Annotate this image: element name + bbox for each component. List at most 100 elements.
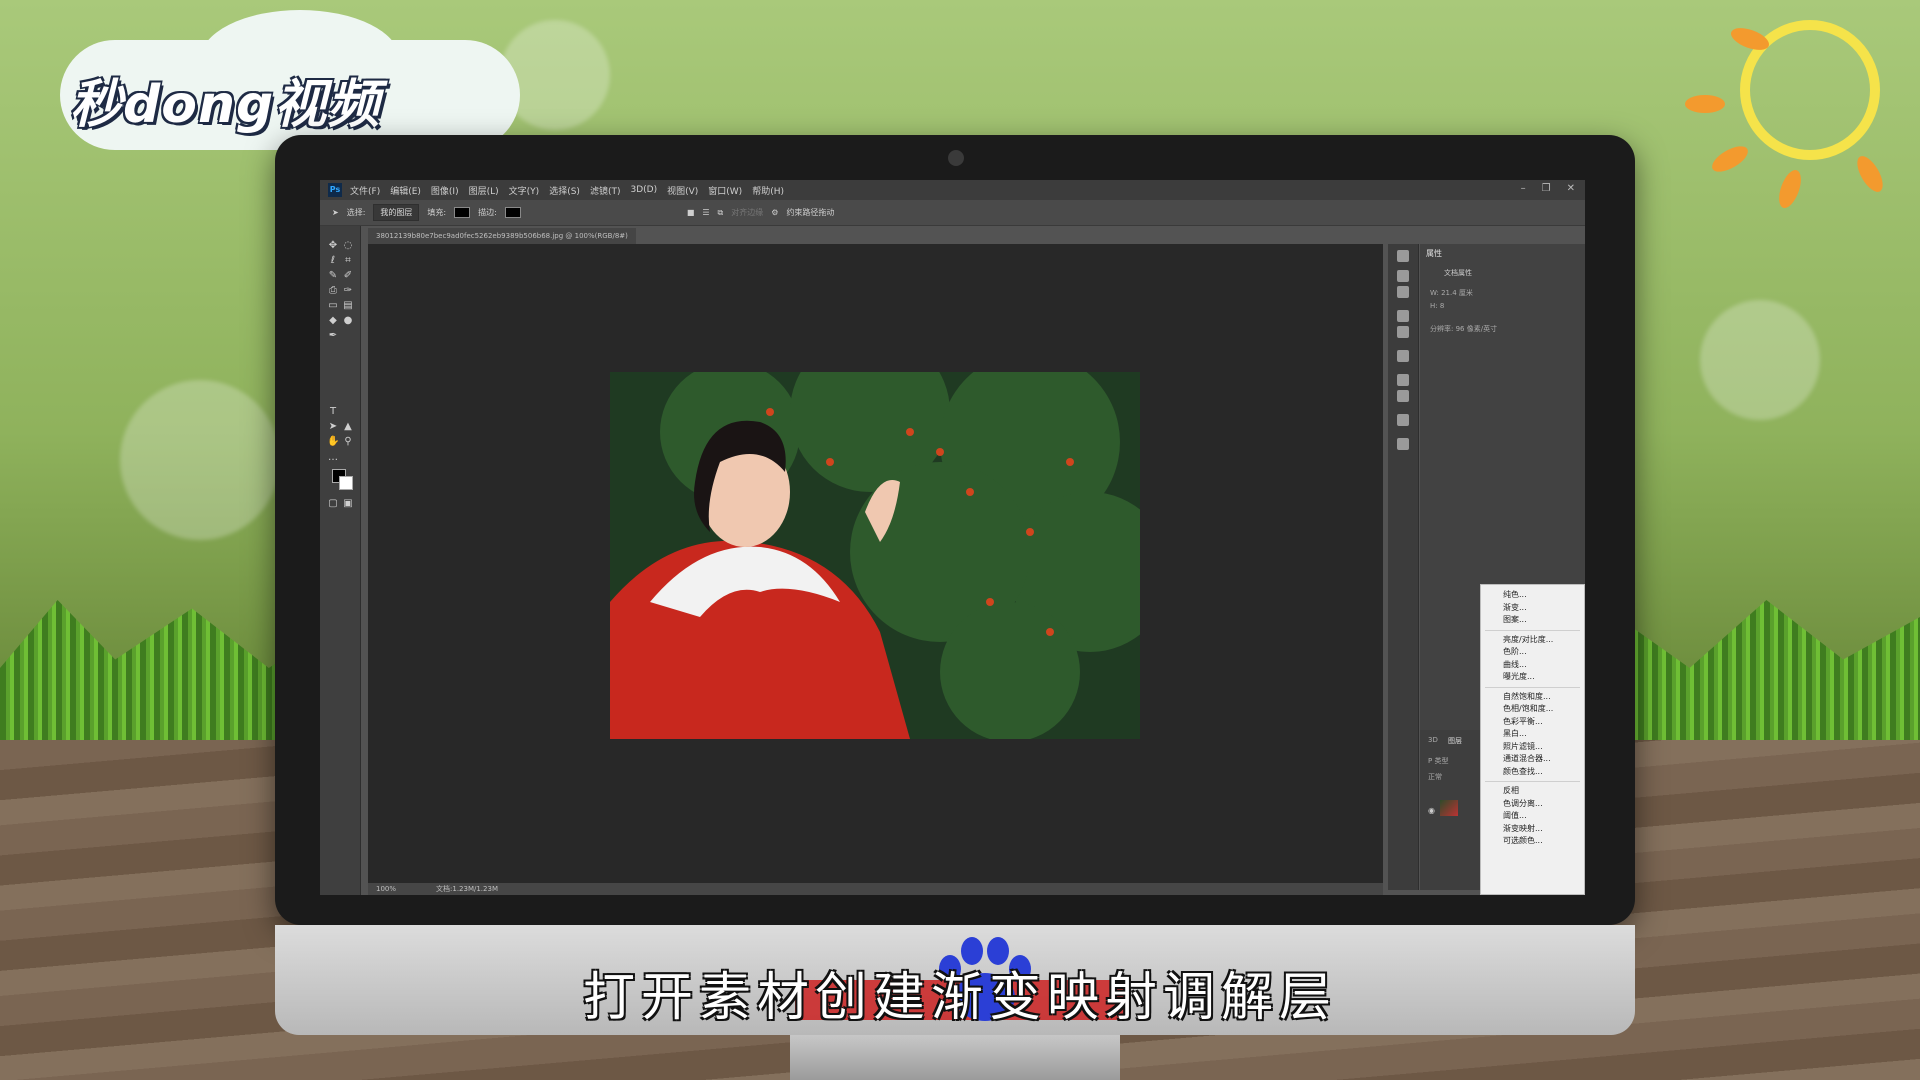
- menu-item-curves[interactable]: 曲线...: [1481, 659, 1584, 672]
- crop-tool-icon[interactable]: ⌗: [342, 255, 354, 267]
- type-tool-icon[interactable]: T: [327, 406, 339, 418]
- align-icon[interactable]: ■: [687, 208, 695, 217]
- menu-item-posterize[interactable]: 色调分离...: [1481, 798, 1584, 811]
- menu-select[interactable]: 选择(S): [549, 184, 580, 197]
- status-bar: 100% 文档:1.23M/1.23M: [368, 883, 1383, 895]
- swatches-icon[interactable]: [1397, 286, 1409, 298]
- menu-item-brightness-contrast[interactable]: 亮度/对比度...: [1481, 634, 1584, 647]
- menu-item-black-white[interactable]: 黑白...: [1481, 728, 1584, 741]
- shape-tool-icon[interactable]: ▲: [342, 421, 354, 433]
- fill-label: 填充:: [427, 208, 447, 217]
- 3d-icon[interactable]: [1397, 438, 1409, 450]
- tab-layers[interactable]: 图层: [1448, 736, 1462, 746]
- height-readout: H: 8: [1430, 302, 1445, 310]
- move-tool-icon[interactable]: ➤: [332, 208, 339, 217]
- menu-separator: [1485, 686, 1580, 688]
- menu-item-solid-color[interactable]: 纯色...: [1481, 589, 1584, 602]
- arrange-icon[interactable]: ⧉: [718, 208, 724, 218]
- quick-mask-icon[interactable]: ▢: [327, 498, 339, 510]
- tools-panel: ✥ ◌ ℓ ⌗ ✎ ✐ ⎙ ✑ ▭ ▤ ◆ ● ✒ T ➤ ▲ ✋ ⚲ … ▢ …: [320, 226, 361, 895]
- subtitle-caption: 打开素材创建渐变映射调解层: [582, 968, 1337, 1028]
- stamp-tool-icon[interactable]: ⎙: [327, 285, 339, 297]
- menu-help[interactable]: 帮助(H): [752, 184, 784, 197]
- tools-settings-icon[interactable]: [1397, 414, 1409, 426]
- adjustment-layer-menu: 纯色... 渐变... 图案... 亮度/对比度... 色阶... 曲线... …: [1480, 584, 1585, 895]
- menu-window[interactable]: 窗口(W): [708, 184, 742, 197]
- more-tools-icon[interactable]: …: [327, 452, 339, 464]
- menu-item-hue-saturation[interactable]: 色相/饱和度...: [1481, 703, 1584, 716]
- menu-item-gradient-map[interactable]: 渐变映射...: [1481, 823, 1584, 836]
- bokeh-light: [1700, 300, 1820, 420]
- eye-icon[interactable]: ◉: [1428, 806, 1435, 815]
- menu-item-selective-color[interactable]: 可选颜色...: [1481, 835, 1584, 848]
- menu-item-channel-mixer[interactable]: 通道混合器...: [1481, 753, 1584, 766]
- tab-3d[interactable]: 3D: [1428, 736, 1438, 744]
- history-icon[interactable]: [1397, 250, 1409, 262]
- gear-icon[interactable]: ⚙: [771, 208, 778, 217]
- menu-item-exposure[interactable]: 曝光度...: [1481, 671, 1584, 684]
- brush-tool-icon[interactable]: ✐: [342, 270, 354, 282]
- document-image: [610, 372, 1140, 739]
- actions-icon[interactable]: [1397, 270, 1409, 282]
- dodge-tool-icon[interactable]: ●: [342, 315, 354, 327]
- menu-file[interactable]: 文件(F): [350, 184, 380, 197]
- lasso-tool-icon[interactable]: ℓ: [327, 255, 339, 267]
- menu-item-pattern[interactable]: 图案...: [1481, 614, 1584, 627]
- menu-item-threshold[interactable]: 阈值...: [1481, 810, 1584, 823]
- menu-item-levels[interactable]: 色阶...: [1481, 646, 1584, 659]
- zoom-tool-icon[interactable]: ⚲: [342, 436, 354, 448]
- document-tab[interactable]: 38012139b80e7bec9ad0fec5262eb9389b506b68…: [368, 228, 636, 244]
- menu-3d[interactable]: 3D(D): [630, 185, 657, 195]
- select-label: 选择:: [346, 208, 366, 217]
- marquee-tool-icon[interactable]: ◌: [342, 240, 354, 252]
- menu-item-invert[interactable]: 反相: [1481, 785, 1584, 798]
- menu-filter[interactable]: 滤镜(T): [590, 184, 621, 197]
- menu-edit[interactable]: 编辑(E): [390, 184, 421, 197]
- menu-item-color-balance[interactable]: 色彩平衡...: [1481, 716, 1584, 729]
- close-icon[interactable]: ✕: [1567, 183, 1575, 194]
- layer-select-dropdown[interactable]: 我的图层: [373, 204, 420, 221]
- gradient-tool-icon[interactable]: ▤: [342, 300, 354, 312]
- layer-thumbnail[interactable]: [1440, 800, 1458, 816]
- menu-item-photo-filter[interactable]: 照片滤镜...: [1481, 741, 1584, 754]
- menu-separator: [1485, 629, 1580, 631]
- properties-icon[interactable]: [1397, 350, 1409, 362]
- properties-tab[interactable]: 属性: [1426, 248, 1442, 259]
- styles-icon[interactable]: [1397, 326, 1409, 338]
- adjustments-icon[interactable]: [1397, 310, 1409, 322]
- menu-image[interactable]: 图像(I): [431, 184, 459, 197]
- layer-search[interactable]: P 类型: [1428, 756, 1448, 766]
- restore-icon[interactable]: ❐: [1542, 183, 1551, 194]
- eraser-tool-icon[interactable]: ▭: [327, 300, 339, 312]
- menu-layer[interactable]: 图层(L): [469, 184, 499, 197]
- pen-tool-icon[interactable]: ✒: [327, 330, 339, 342]
- blend-mode[interactable]: 正常: [1428, 772, 1442, 782]
- menu-view[interactable]: 视图(V): [667, 184, 698, 197]
- minimize-icon[interactable]: –: [1521, 183, 1526, 194]
- move-tool-icon[interactable]: ✥: [327, 240, 339, 252]
- history-brush-tool-icon[interactable]: ✑: [342, 285, 354, 297]
- photoshop-logo-icon: Ps: [328, 183, 342, 197]
- align-edges-label[interactable]: 对齐边缘: [731, 207, 763, 218]
- libraries-icon[interactable]: [1397, 374, 1409, 386]
- constrain-path-checkbox[interactable]: 约束路径拖动: [786, 207, 834, 218]
- menu-type[interactable]: 文字(Y): [509, 184, 540, 197]
- screen-mode-icon[interactable]: ▣: [342, 498, 354, 510]
- hand-tool-icon[interactable]: ✋: [327, 436, 339, 448]
- menu-item-vibrance[interactable]: 自然饱和度...: [1481, 691, 1584, 704]
- paragraph-icon[interactable]: [1397, 390, 1409, 402]
- width-readout: W: 21.4 厘米: [1430, 289, 1473, 297]
- menu-item-gradient[interactable]: 渐变...: [1481, 602, 1584, 615]
- menu-item-color-lookup[interactable]: 颜色查找...: [1481, 766, 1584, 779]
- blur-tool-icon[interactable]: ◆: [327, 315, 339, 327]
- stroke-label: 描边:: [478, 208, 497, 217]
- brand-logo: 秒dong视频: [70, 75, 381, 135]
- path-select-tool-icon[interactable]: ➤: [327, 421, 339, 433]
- eyedropper-tool-icon[interactable]: ✎: [327, 270, 339, 282]
- bokeh-light: [120, 380, 280, 540]
- background-color-swatch[interactable]: [339, 476, 353, 490]
- distribute-icon[interactable]: ☰: [702, 208, 709, 217]
- stroke-swatch[interactable]: [504, 207, 521, 218]
- fill-swatch[interactable]: [454, 207, 471, 218]
- zoom-level[interactable]: 100%: [376, 885, 396, 893]
